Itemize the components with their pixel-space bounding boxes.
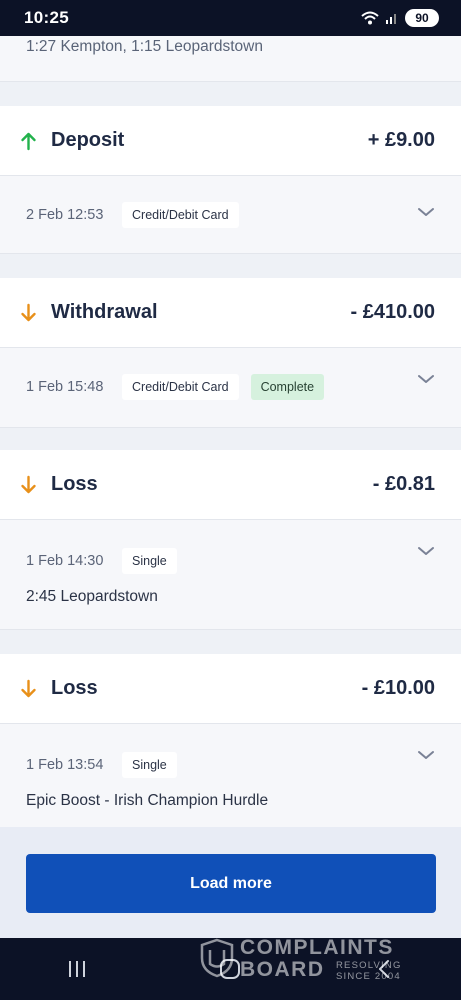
status-badge: Complete bbox=[250, 374, 325, 400]
transaction-type: Deposit bbox=[51, 129, 125, 151]
transaction-header[interactable]: Loss - £10.00 bbox=[0, 654, 461, 724]
chevron-down-icon[interactable] bbox=[417, 373, 435, 385]
transaction-description: 2:45 Leopardstown bbox=[26, 588, 158, 605]
transaction-description: Epic Boost - Irish Champion Hurdle bbox=[26, 792, 269, 809]
transaction-date: 2 Feb 12:53 bbox=[26, 207, 104, 223]
transaction-amount: - £410.00 bbox=[350, 301, 435, 323]
recent-apps-button[interactable] bbox=[57, 954, 97, 984]
wifi-icon bbox=[361, 11, 379, 25]
previous-item-description: 1:27 Kempton, 1:15 Leopardstown bbox=[26, 38, 263, 55]
transaction-detail[interactable]: 1 Feb 15:48 Credit/Debit Card Complete bbox=[0, 348, 461, 428]
transaction-type: Loss bbox=[51, 473, 98, 495]
transaction-header[interactable]: Loss - £0.81 bbox=[0, 450, 461, 520]
payment-method-chip: Credit/Debit Card bbox=[122, 202, 239, 228]
arrow-down-icon bbox=[21, 679, 36, 697]
transaction-amount: - £0.81 bbox=[372, 473, 435, 495]
recent-apps-icon bbox=[68, 961, 85, 977]
previous-item-detail: 1:27 Kempton, 1:15 Leopardstown bbox=[0, 36, 461, 82]
payment-method-chip: Credit/Debit Card bbox=[122, 374, 239, 400]
transaction-header[interactable]: Withdrawal - £410.00 bbox=[0, 278, 461, 348]
status-bar: 10:25 90 bbox=[0, 0, 461, 36]
transaction-date: 1 Feb 14:30 bbox=[26, 553, 104, 569]
android-nav-bar bbox=[0, 938, 461, 1000]
transaction-amount: - £10.00 bbox=[361, 677, 435, 699]
transaction-date: 1 Feb 15:48 bbox=[26, 379, 104, 395]
bet-type-chip: Single bbox=[122, 548, 177, 574]
arrow-down-icon bbox=[21, 303, 36, 321]
home-icon bbox=[220, 959, 241, 979]
chevron-down-icon[interactable] bbox=[417, 749, 435, 761]
bet-type-chip: Single bbox=[122, 752, 177, 778]
transaction-date: 1 Feb 13:54 bbox=[26, 757, 104, 773]
signal-icon bbox=[386, 14, 396, 24]
status-icons: 90 bbox=[361, 9, 439, 27]
transaction-type: Loss bbox=[51, 677, 98, 699]
home-button[interactable] bbox=[210, 954, 250, 984]
status-time: 10:25 bbox=[24, 8, 69, 27]
load-more-area: Load more bbox=[0, 827, 461, 938]
arrow-up-icon bbox=[21, 132, 36, 150]
battery-indicator: 90 bbox=[405, 9, 439, 27]
transaction-detail[interactable]: 1 Feb 13:54 Single Epic Boost - Irish Ch… bbox=[0, 724, 461, 834]
load-more-button[interactable]: Load more bbox=[26, 854, 436, 913]
chevron-down-icon[interactable] bbox=[417, 206, 435, 218]
chevron-down-icon[interactable] bbox=[417, 545, 435, 557]
arrow-down-icon bbox=[21, 475, 36, 493]
transaction-type: Withdrawal bbox=[51, 301, 158, 323]
back-icon bbox=[379, 960, 390, 978]
transaction-amount: + £9.00 bbox=[367, 129, 435, 151]
back-button[interactable] bbox=[364, 954, 404, 984]
transaction-detail[interactable]: 1 Feb 14:30 Single 2:45 Leopardstown bbox=[0, 520, 461, 630]
transaction-header[interactable]: Deposit + £9.00 bbox=[0, 106, 461, 176]
transaction-detail[interactable]: 2 Feb 12:53 Credit/Debit Card bbox=[0, 176, 461, 254]
transaction-list[interactable]: 1:27 Kempton, 1:15 Leopardstown Deposit … bbox=[0, 36, 461, 938]
